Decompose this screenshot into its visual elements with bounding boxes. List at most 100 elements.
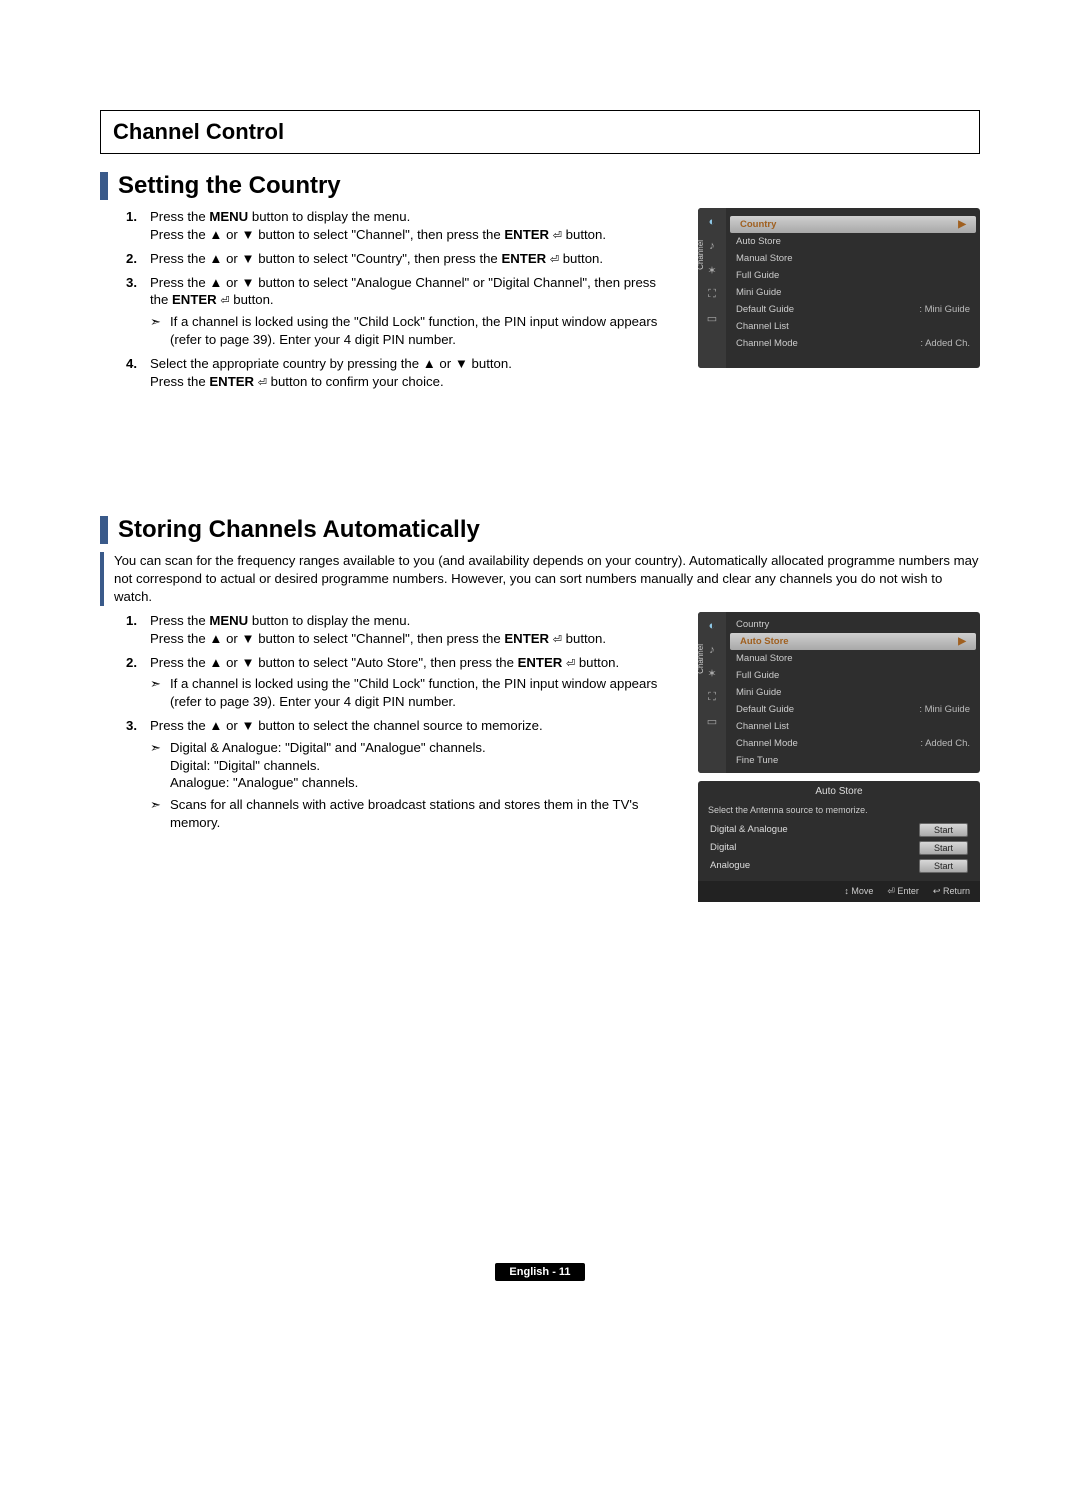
osd-row[interactable]: Mini Guide — [726, 284, 980, 301]
osd-dialog-desc: Select the Antenna source to memorize. — [698, 802, 980, 821]
osd-row[interactable]: Manual Store — [726, 650, 980, 667]
step-body: Press the ▲ or ▼ button to select "Analo… — [150, 274, 680, 349]
osd-sidebar: Channel ◐ ♪ ✶ ⛶ ▭ — [698, 208, 726, 368]
osd-row[interactable]: Fine Tune — [726, 752, 980, 769]
sub-note: ➣ Digital & Analogue: "Digital" and "Ana… — [150, 739, 674, 792]
start-button[interactable]: Start — [919, 859, 968, 873]
osd-row[interactable]: Full Guide — [726, 667, 980, 684]
option-label: Digital — [710, 842, 919, 853]
accent-bar — [100, 552, 104, 605]
step: 2. Press the ▲ or ▼ button to select "Co… — [100, 250, 680, 268]
enter-icon: ⏎ — [550, 254, 559, 266]
step: 2. Press the ▲ or ▼ button to select "Au… — [100, 654, 680, 711]
step: 3. Press the ▲ or ▼ button to select "An… — [100, 274, 680, 349]
input-icon[interactable]: ▭ — [704, 714, 720, 730]
step-body: Select the appropriate country by pressi… — [150, 355, 680, 391]
sub-marker-icon: ➣ — [150, 313, 170, 349]
osd-body: Country Auto Store▶ Manual Store Full Gu… — [726, 612, 980, 773]
osd-row[interactable]: Default Guide: Mini Guide — [726, 301, 980, 318]
start-button[interactable]: Start — [919, 841, 968, 855]
osd-dialog-autostore: Auto Store Select the Antenna source to … — [698, 781, 980, 902]
page-footer: English - 11 — [100, 1262, 980, 1281]
enter-icon: ⏎ — [566, 658, 575, 670]
chevron-right-icon: ▶ — [958, 636, 966, 647]
steps-setting-country: 1. Press the MENU button to display the … — [100, 208, 680, 396]
osd-dialog-footer: ↕ Move ⏎ Enter ↩ Return — [698, 881, 980, 902]
step-number: 2. — [100, 250, 150, 268]
channel-icon[interactable]: ✶ — [704, 262, 720, 278]
osd-row[interactable]: Channel Mode: Added Ch. — [726, 335, 980, 352]
subheader-setting-country: Setting the Country — [100, 172, 980, 200]
step-body: Press the ▲ or ▼ button to select "Count… — [150, 250, 680, 268]
osd-row[interactable]: Manual Store — [726, 250, 980, 267]
osd-row[interactable]: Default Guide: Mini Guide — [726, 701, 980, 718]
sound-icon[interactable]: ♪ — [704, 642, 720, 658]
sub-marker-icon: ➣ — [150, 796, 170, 832]
option-label: Digital & Analogue — [710, 824, 919, 835]
enter-icon: ⏎ — [220, 295, 229, 307]
step-number: 3. — [100, 274, 150, 349]
osd-row[interactable]: Full Guide — [726, 267, 980, 284]
section-title-box: Channel Control — [100, 110, 980, 154]
sub-note: ➣ Scans for all channels with active bro… — [150, 796, 674, 832]
accent-bar — [100, 516, 108, 544]
step-number: 3. — [100, 717, 150, 832]
osd-body: Country▶ Auto Store Manual Store Full Gu… — [726, 208, 980, 368]
accent-bar — [100, 172, 108, 200]
osd-row[interactable]: Country — [726, 616, 980, 633]
osd-row[interactable]: Channel List — [726, 718, 980, 735]
osd-side-label: Channel — [698, 644, 705, 674]
enter-icon: ⏎ — [553, 230, 562, 242]
setup-icon[interactable]: ⛶ — [704, 690, 720, 706]
osd-menu-country: Channel ◐ ♪ ✶ ⛶ ▭ Country▶ Auto Store Ma… — [698, 208, 980, 368]
step: 4. Select the appropriate country by pre… — [100, 355, 680, 391]
step-number: 1. — [100, 208, 150, 244]
section-title: Channel Control — [113, 119, 284, 144]
enter-hint: ⏎ Enter — [887, 886, 919, 897]
intro-block: You can scan for the frequency ranges av… — [100, 552, 980, 605]
setup-icon[interactable]: ⛶ — [704, 286, 720, 302]
intro-text: You can scan for the frequency ranges av… — [114, 552, 980, 605]
step: 1. Press the MENU button to display the … — [100, 208, 680, 244]
osd-sidebar: Channel ◐ ♪ ✶ ⛶ ▭ — [698, 612, 726, 773]
enter-icon: ⏎ — [553, 634, 562, 646]
osd-side-label: Channel — [698, 240, 705, 270]
channel-icon[interactable]: ✶ — [704, 666, 720, 682]
step-number: 2. — [100, 654, 150, 711]
osd-row-country[interactable]: Country▶ — [730, 216, 976, 233]
step-number: 4. — [100, 355, 150, 391]
enter-icon: ⏎ — [258, 377, 267, 389]
osd-option-row: Digital & Analogue Start — [698, 821, 980, 839]
input-icon[interactable]: ▭ — [704, 310, 720, 326]
osd-row[interactable]: Auto Store — [726, 233, 980, 250]
osd-row[interactable]: Channel Mode: Added Ch. — [726, 735, 980, 752]
osd-option-row: Analogue Start — [698, 857, 980, 875]
move-hint: ↕ Move — [844, 886, 873, 897]
picture-icon[interactable]: ◐ — [704, 618, 720, 634]
sub-marker-icon: ➣ — [150, 675, 170, 711]
subheader-text: Storing Channels Automatically — [118, 516, 480, 544]
osd-row[interactable]: Channel List — [726, 318, 980, 335]
start-button[interactable]: Start — [919, 823, 968, 837]
picture-icon[interactable]: ◐ — [704, 214, 720, 230]
chevron-right-icon: ▶ — [958, 219, 966, 230]
osd-menu-autostore: Channel ◐ ♪ ✶ ⛶ ▭ Country Auto Store▶ Ma… — [698, 612, 980, 773]
option-label: Analogue — [710, 860, 919, 871]
step: 1. Press the MENU button to display the … — [100, 612, 680, 648]
step-body: Press the MENU button to display the men… — [150, 208, 680, 244]
step-number: 1. — [100, 612, 150, 648]
steps-storing-auto: 1. Press the MENU button to display the … — [100, 612, 680, 838]
sound-icon[interactable]: ♪ — [704, 238, 720, 254]
return-hint: ↩ Return — [933, 886, 970, 897]
subheader-text: Setting the Country — [118, 172, 341, 200]
subheader-storing-auto: Storing Channels Automatically — [100, 516, 980, 544]
osd-row-autostore[interactable]: Auto Store▶ — [730, 633, 976, 650]
step-body: Press the ▲ or ▼ button to select the ch… — [150, 717, 680, 832]
sub-marker-icon: ➣ — [150, 739, 170, 792]
sub-note: ➣ If a channel is locked using the "Chil… — [150, 675, 674, 711]
step-body: Press the ▲ or ▼ button to select "Auto … — [150, 654, 680, 711]
osd-option-row: Digital Start — [698, 839, 980, 857]
osd-row[interactable]: Mini Guide — [726, 684, 980, 701]
osd-dialog-title: Auto Store — [698, 781, 980, 802]
sub-note: ➣ If a channel is locked using the "Chil… — [150, 313, 674, 349]
